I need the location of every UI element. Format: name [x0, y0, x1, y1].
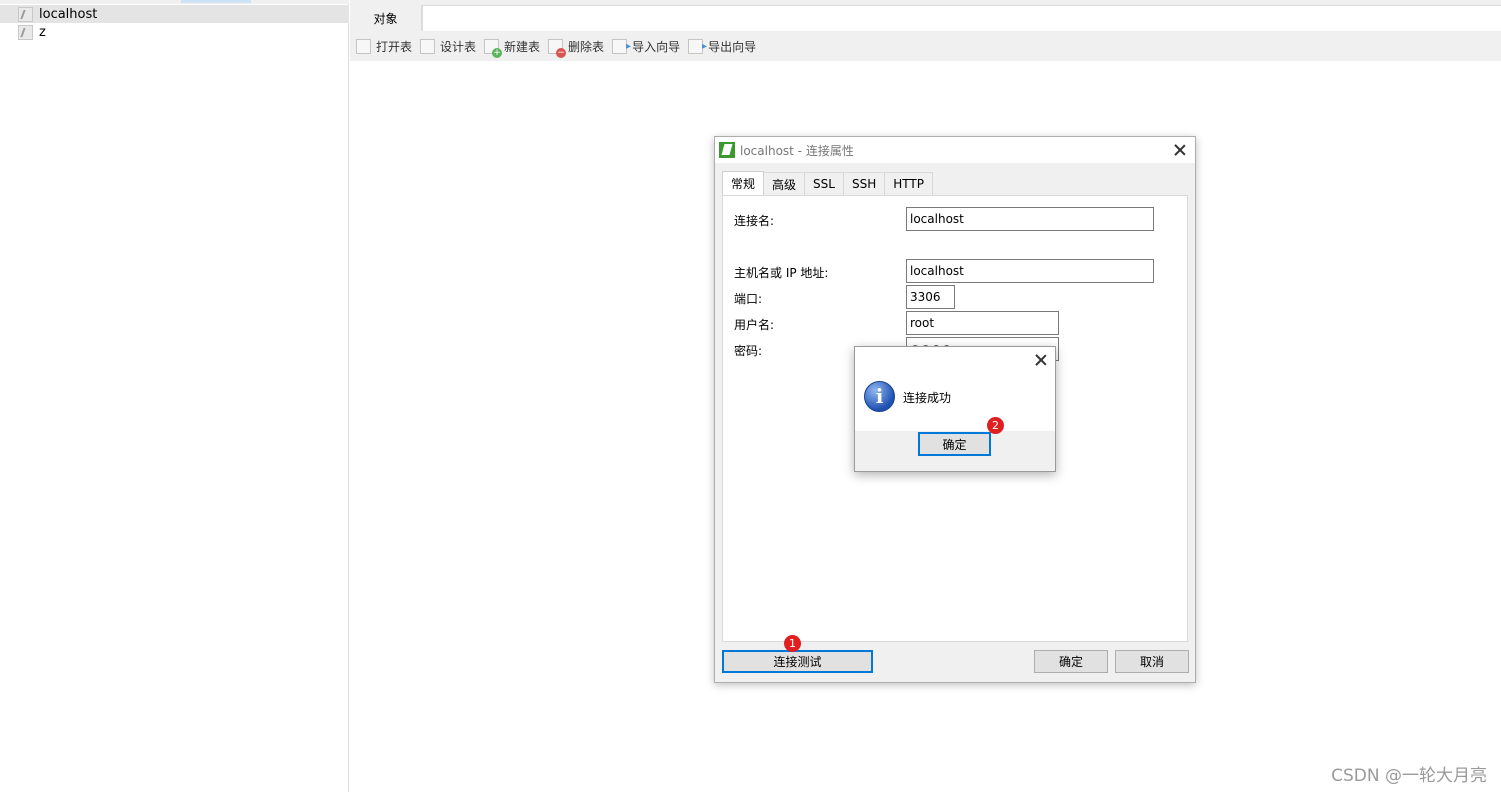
- password-label: 密码:: [734, 344, 763, 358]
- close-icon[interactable]: [1173, 143, 1187, 157]
- delete-table-icon: [548, 38, 567, 58]
- host-label: 主机名或 IP 地址:: [734, 266, 829, 280]
- connection-tree: localhost z: [0, 0, 349, 792]
- tab-advanced[interactable]: 高级: [763, 172, 806, 195]
- dialog-tab-strip: 常规 高级 SSL SSH HTTP: [722, 171, 933, 195]
- port-input[interactable]: [906, 285, 955, 309]
- conn-name-label: 连接名:: [734, 214, 775, 228]
- step-badge-1: 1: [784, 635, 801, 652]
- db-connection-icon: [18, 6, 33, 22]
- db-connection-icon: [18, 24, 33, 40]
- object-toolbar: 打开表 设计表 新建表 删除表 导入向导 导出向导: [350, 31, 1501, 61]
- object-tab-bar: 对象: [350, 0, 1501, 31]
- step-badge-2: 2: [987, 417, 1004, 434]
- tab-objects[interactable]: 对象: [350, 5, 422, 31]
- messagebox-body: i 连接成功: [855, 373, 1055, 431]
- host-input[interactable]: [906, 259, 1154, 283]
- new-table-button[interactable]: 新建表: [484, 38, 540, 58]
- tab-general[interactable]: 常规: [722, 171, 765, 195]
- design-table-button[interactable]: 设计表: [420, 38, 476, 55]
- messagebox-text: 连接成功: [903, 391, 952, 405]
- cancel-button[interactable]: 取消: [1115, 650, 1189, 673]
- close-icon[interactable]: [1034, 353, 1048, 367]
- tab-ssl[interactable]: SSL: [804, 172, 844, 195]
- conn-name-input[interactable]: [906, 207, 1154, 231]
- import-wizard-button[interactable]: 导入向导: [612, 38, 680, 55]
- tab-http[interactable]: HTTP: [884, 172, 933, 195]
- new-table-icon: [484, 38, 503, 58]
- dialog-title: localhost - 连接属性: [740, 143, 854, 158]
- tree-item-label: z: [39, 24, 46, 40]
- messagebox-titlebar[interactable]: [855, 347, 1055, 373]
- user-input[interactable]: [906, 311, 1059, 335]
- tree-top-strip: [0, 0, 349, 4]
- tree-item-z[interactable]: z: [0, 23, 349, 41]
- tab-ssh[interactable]: SSH: [842, 172, 886, 195]
- user-label: 用户名:: [734, 318, 775, 332]
- tree-item-localhost[interactable]: localhost: [0, 5, 349, 23]
- test-connection-button[interactable]: 连接测试: [722, 650, 873, 673]
- open-table-icon: [356, 38, 371, 54]
- delete-table-button[interactable]: 删除表: [548, 38, 604, 58]
- dialog-titlebar[interactable]: localhost - 连接属性: [715, 137, 1195, 163]
- ok-button[interactable]: 确定: [1034, 650, 1108, 673]
- tree-item-label: localhost: [39, 6, 98, 22]
- csdn-watermark: CSDN @一轮大月亮: [1331, 766, 1487, 786]
- port-label: 端口:: [734, 292, 763, 306]
- export-wizard-button[interactable]: 导出向导: [688, 38, 756, 55]
- export-wizard-icon: [688, 38, 707, 54]
- connection-success-messagebox: i 连接成功 确定 2: [854, 346, 1056, 472]
- import-wizard-icon: [612, 38, 631, 54]
- info-icon: i: [864, 381, 895, 412]
- open-table-button[interactable]: 打开表: [356, 38, 412, 55]
- design-table-icon: [420, 38, 436, 54]
- messagebox-ok-button[interactable]: 确定: [918, 432, 991, 456]
- navicat-app-icon: [719, 142, 735, 158]
